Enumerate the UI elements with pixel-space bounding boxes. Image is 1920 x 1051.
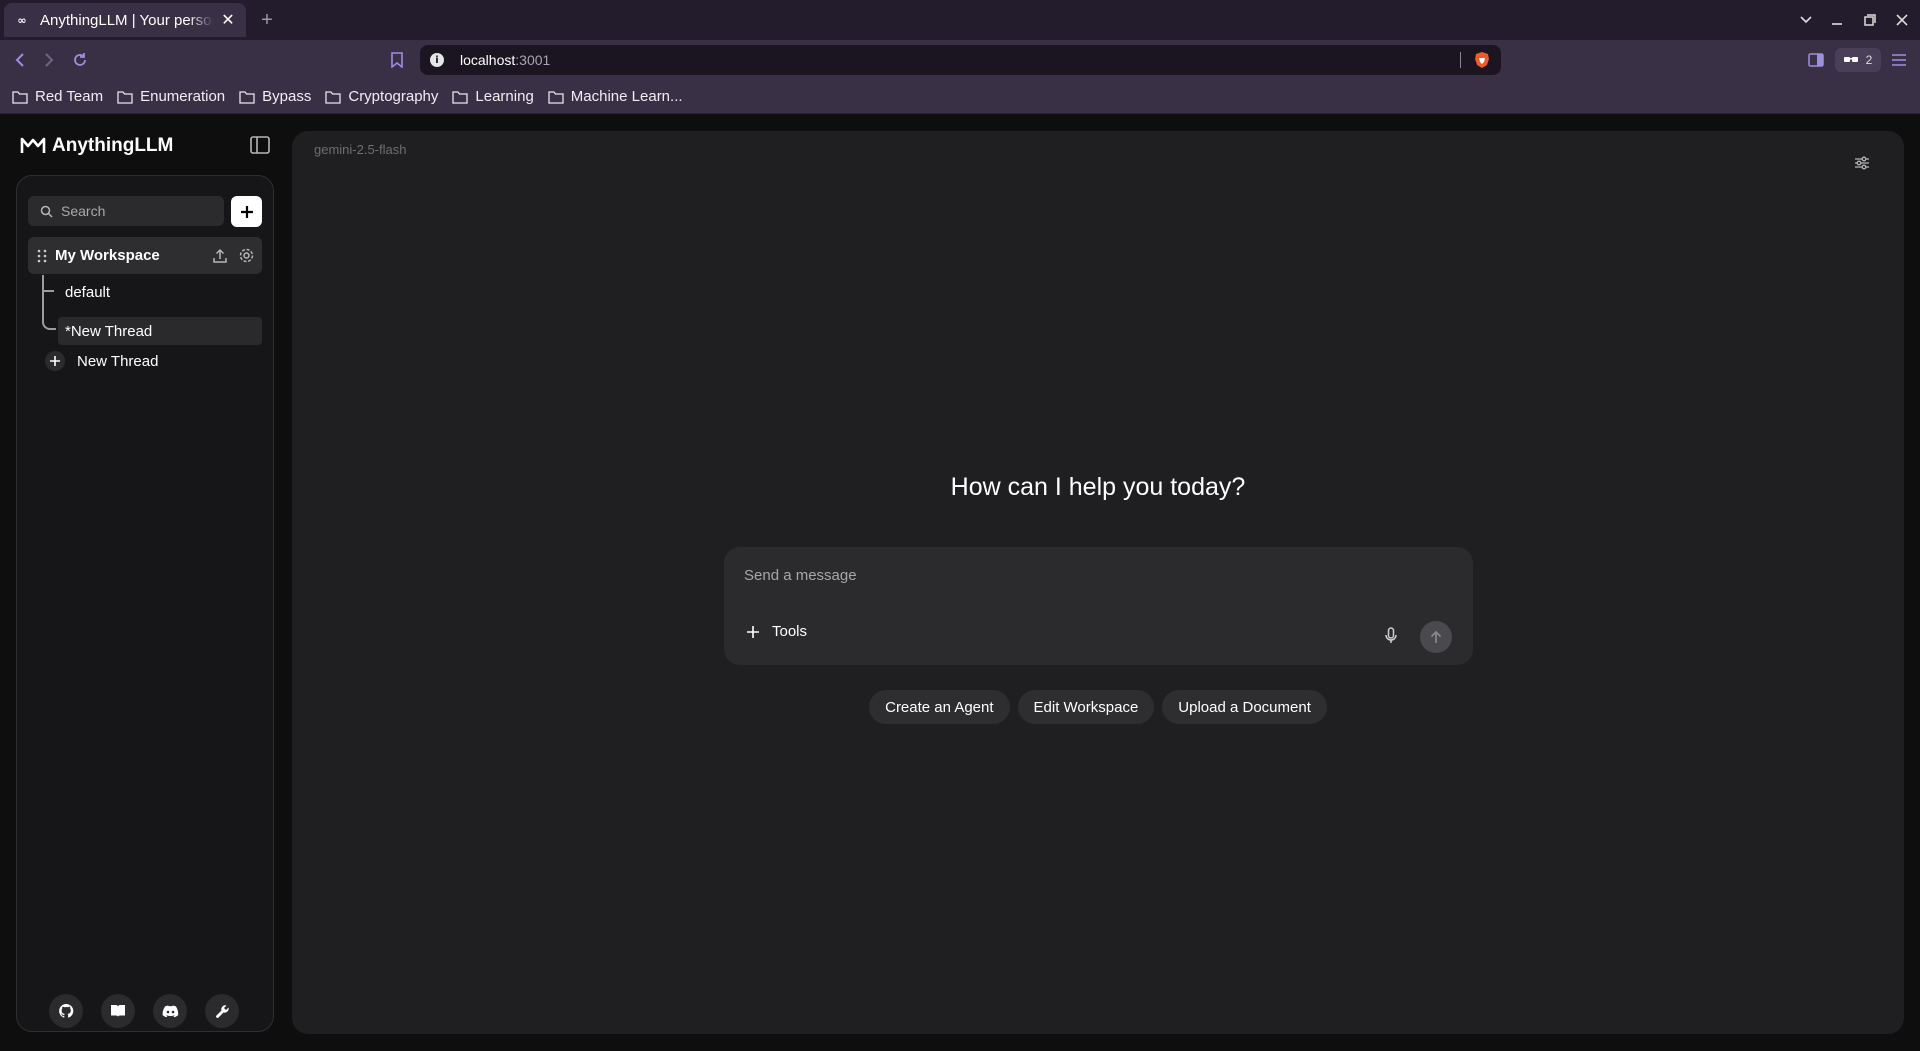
restore-icon[interactable] [1860, 10, 1880, 30]
folder-icon [548, 90, 564, 104]
model-name-label: gemini-2.5-flash [314, 142, 407, 157]
browser-tabstrip: ∞ AnythingLLM | Your personal LLM ✕ + [0, 0, 1920, 40]
forward-icon[interactable] [38, 49, 60, 71]
bookmark-page-icon[interactable] [386, 49, 408, 71]
anythingllm-app: AnythingLLM My Workspace default [0, 115, 1920, 1051]
upload-icon[interactable] [210, 246, 230, 266]
sidebar-toggle-icon[interactable] [1806, 49, 1826, 71]
drag-handle-icon [37, 249, 47, 262]
anythingllm-favicon-icon: ∞ [17, 13, 27, 27]
new-thread-label: New Thread [77, 352, 159, 370]
sidebar-footer [49, 994, 239, 1028]
back-icon[interactable] [9, 49, 31, 71]
thread-item-default[interactable]: default [58, 278, 262, 306]
minimize-icon[interactable] [1827, 10, 1847, 30]
upload-document-button[interactable]: Upload a Document [1162, 690, 1327, 724]
brave-shields-icon[interactable] [1473, 51, 1491, 69]
bookmark-folder-enumeration[interactable]: Enumeration [117, 88, 225, 105]
chat-panel: gemini-2.5-flash How can I help you toda… [292, 131, 1904, 1034]
close-tab-icon[interactable]: ✕ [220, 12, 236, 29]
message-input[interactable] [744, 567, 1444, 584]
thread-label: *New Thread [65, 322, 153, 340]
wrench-icon[interactable] [205, 994, 239, 1028]
close-window-icon[interactable] [1892, 10, 1912, 30]
glasses-icon [1843, 56, 1858, 64]
bookmark-folder-red-team[interactable]: Red Team [12, 88, 103, 105]
menu-hamburger-icon[interactable] [1888, 49, 1910, 71]
sliders-settings-icon[interactable] [1854, 156, 1874, 176]
discord-icon[interactable] [153, 994, 187, 1028]
browser-tab[interactable]: ∞ AnythingLLM | Your personal LLM ✕ [4, 3, 246, 37]
folder-icon [12, 90, 28, 104]
microphone-icon[interactable] [1384, 627, 1402, 645]
brand-name: AnythingLLM [52, 135, 174, 156]
sidebar: My Workspace default *New Thread New Thr… [16, 175, 274, 1032]
suggestion-chips: Create an Agent Edit Workspace Upload a … [292, 690, 1904, 724]
new-tab-button[interactable]: + [256, 9, 278, 31]
brand-logo[interactable]: AnythingLLM [20, 135, 173, 157]
github-icon[interactable] [49, 994, 83, 1028]
plus-icon [747, 625, 759, 638]
tools-label: Tools [772, 623, 808, 640]
thread-item-new-thread-active[interactable]: *New Thread [58, 317, 262, 345]
site-info-icon[interactable]: i [430, 53, 444, 67]
collapse-sidebar-icon[interactable] [249, 135, 271, 157]
send-button[interactable] [1420, 621, 1452, 653]
search-icon [40, 205, 53, 218]
thread-tree-line [42, 275, 56, 330]
plus-icon [240, 205, 253, 218]
url-text: localhost:3001 [460, 52, 551, 68]
anythingllm-logo-icon [20, 137, 46, 153]
folder-icon [452, 90, 469, 104]
tools-button[interactable]: Tools [746, 623, 807, 640]
gear-icon[interactable] [236, 246, 256, 266]
reload-icon[interactable] [69, 49, 91, 71]
bookmark-folder-learning[interactable]: Learning [452, 88, 534, 105]
plus-icon [45, 351, 65, 371]
bookmark-folder-machine-learning[interactable]: Machine Learn... [548, 88, 683, 105]
new-thread-button[interactable]: New Thread [45, 351, 158, 371]
bookmark-folder-bypass[interactable]: Bypass [239, 88, 311, 105]
address-separator [1460, 52, 1461, 68]
create-agent-button[interactable]: Create an Agent [869, 690, 1010, 724]
workspace-name: My Workspace [55, 247, 160, 264]
docs-book-icon[interactable] [101, 994, 135, 1028]
folder-icon [239, 90, 255, 104]
tab-list-chevron-icon[interactable] [1796, 10, 1816, 30]
wallet-button[interactable]: 2 [1835, 48, 1881, 72]
search-box[interactable] [28, 196, 224, 226]
tab-title: AnythingLLM | Your personal LLM [40, 11, 214, 29]
edit-workspace-button[interactable]: Edit Workspace [1017, 690, 1155, 724]
wallet-count: 2 [1865, 53, 1873, 67]
bookmark-folder-cryptography[interactable]: Cryptography [325, 88, 438, 105]
thread-tree-tick [44, 290, 54, 292]
add-workspace-button[interactable] [231, 196, 262, 227]
browser-toolbar: i localhost:3001 [0, 40, 1920, 80]
folder-icon [117, 90, 133, 104]
address-bar[interactable]: i localhost:3001 [420, 45, 1501, 75]
arrow-up-icon [1430, 630, 1442, 643]
greeting-heading: How can I help you today? [950, 473, 1246, 501]
folder-icon [325, 90, 342, 104]
message-composer: Tools [724, 547, 1473, 665]
thread-label: default [65, 283, 111, 301]
workspace-item-my-workspace[interactable]: My Workspace [28, 237, 262, 274]
bookmarks-bar: Red Team Enumeration Bypass Cryptography… [0, 80, 1920, 114]
search-input[interactable] [61, 203, 211, 219]
